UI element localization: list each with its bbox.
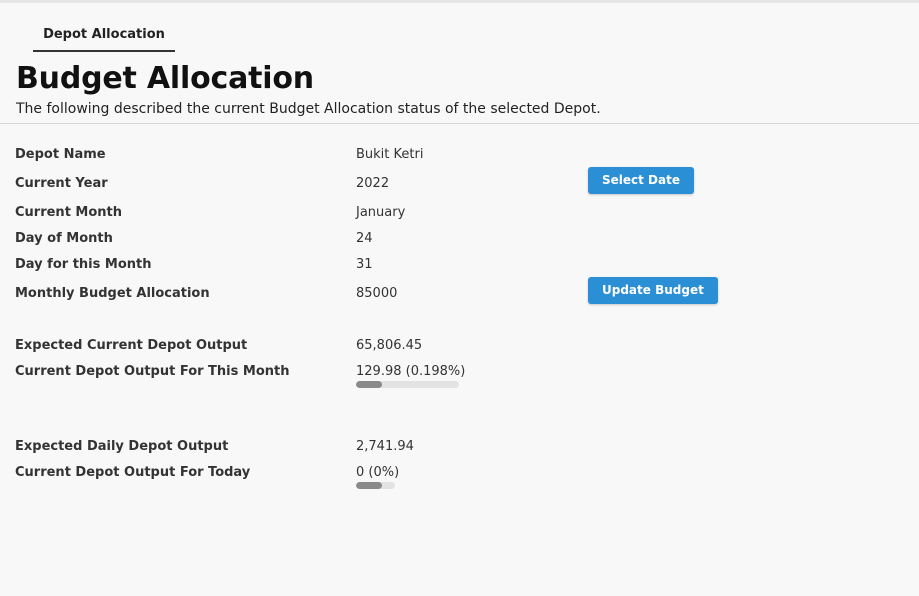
- update-budget-button[interactable]: Update Budget: [588, 277, 718, 304]
- today-output-progress-fill: [356, 482, 382, 489]
- monthly-budget-label: Monthly Budget Allocation: [15, 286, 210, 301]
- current-month-value: January: [356, 205, 406, 220]
- month-output-progress-bar: [356, 381, 459, 388]
- current-year-value: 2022: [356, 176, 390, 191]
- current-output-month-value: 129.98 (0.198%): [356, 364, 466, 379]
- depot-name-value: Bukit Ketri: [356, 147, 424, 162]
- day-of-month-value: 24: [356, 231, 373, 246]
- depot-name-label: Depot Name: [15, 147, 106, 162]
- current-output-today-value: 0 (0%): [356, 465, 400, 480]
- current-year-label: Current Year: [15, 176, 108, 191]
- current-output-month-label: Current Depot Output For This Month: [15, 364, 290, 379]
- expected-current-output-value: 65,806.45: [356, 338, 423, 353]
- day-of-month-label: Day of Month: [15, 231, 113, 246]
- current-output-today-label: Current Depot Output For Today: [15, 465, 251, 480]
- expected-daily-output-value: 2,741.94: [356, 439, 414, 454]
- page-subtitle: The following described the current Budg…: [16, 101, 601, 117]
- expected-daily-output-label: Expected Daily Depot Output: [15, 439, 229, 454]
- current-month-label: Current Month: [15, 205, 123, 220]
- month-output-progress-fill: [356, 381, 382, 388]
- days-in-month-label: Day for this Month: [15, 257, 152, 272]
- expected-current-output-label: Expected Current Depot Output: [15, 338, 248, 353]
- tab-depot-allocation[interactable]: Depot Allocation: [33, 26, 175, 52]
- budget-allocation-page: Depot Allocation Budget Allocation The f…: [0, 0, 919, 596]
- select-date-button[interactable]: Select Date: [588, 167, 694, 194]
- header-divider: [0, 123, 919, 124]
- today-output-progress-bar: [356, 482, 395, 489]
- page-title: Budget Allocation: [16, 61, 314, 96]
- days-in-month-value: 31: [356, 257, 373, 272]
- monthly-budget-value: 85000: [356, 286, 398, 301]
